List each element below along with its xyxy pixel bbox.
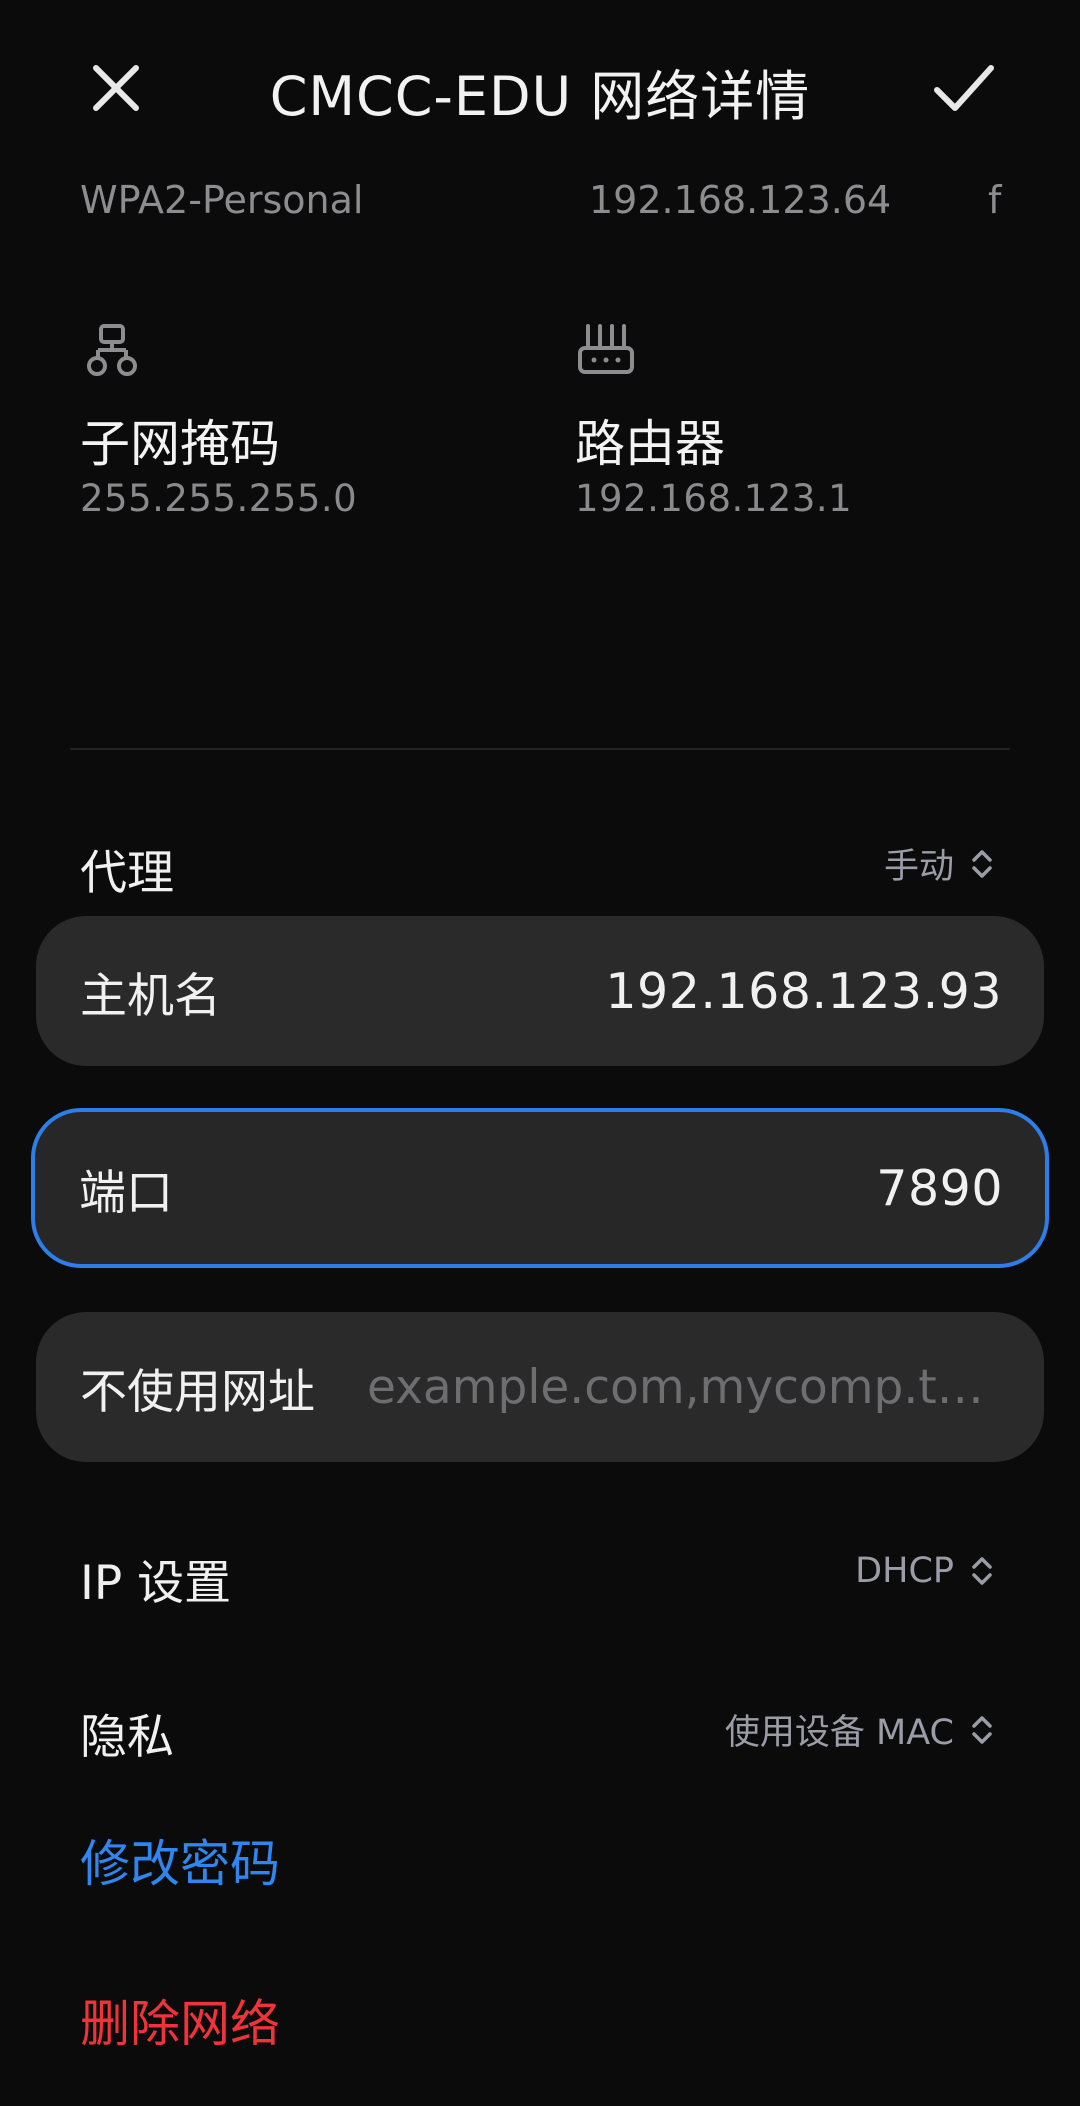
proxy-label: 代理 (80, 846, 174, 901)
hostname-label: 主机名 (80, 968, 221, 1024)
network-topology-icon (87, 324, 137, 376)
security-type: WPA2-Personal (80, 178, 364, 222)
confirm-button[interactable] (914, 38, 1014, 138)
chevron-up-down-icon (972, 1557, 992, 1585)
privacy-label: 隐私 (80, 1710, 174, 1765)
hostname-field[interactable]: 主机名 192.168.123.93 (36, 916, 1044, 1066)
ip-address: 192.168.123.64 (589, 178, 892, 222)
port-label: 端口 (79, 1165, 173, 1221)
chevron-up-down-icon (972, 1715, 992, 1744)
hostname-value: 192.168.123.93 (605, 962, 1002, 1020)
privacy-value: 使用设备 MAC (724, 1713, 954, 1753)
info-partial: f (988, 178, 1002, 222)
change-password-button[interactable]: 修改密码 (80, 1824, 280, 1896)
port-value: 7890 (876, 1159, 1003, 1217)
bypass-label: 不使用网址 (80, 1364, 315, 1420)
bypass-field[interactable]: 不使用网址 (36, 1312, 1044, 1462)
close-icon (93, 65, 139, 111)
chevron-up-down-icon (972, 849, 992, 878)
privacy-selector[interactable]: 使用设备 MAC (725, 1704, 994, 1755)
page-title: CMCC-EDU 网络详情 (269, 65, 811, 128)
subnet-mask-label: 子网掩码 (80, 415, 280, 473)
bypass-input[interactable] (365, 1358, 1002, 1416)
ip-settings-value: DHCP (855, 1551, 954, 1591)
port-field[interactable]: 端口 7890 (31, 1108, 1049, 1268)
ip-settings-label: IP 设置 (80, 1556, 232, 1611)
close-button[interactable] (66, 38, 166, 138)
proxy-mode-selector[interactable]: 手动 (884, 838, 994, 889)
delete-network-button[interactable]: 删除网络 (80, 1984, 280, 2056)
ip-settings-selector[interactable]: DHCP (855, 1551, 994, 1591)
router-label: 路由器 (575, 415, 725, 473)
router-icon (578, 324, 634, 374)
subnet-mask-value: 255.255.255.0 (80, 477, 358, 520)
check-icon (934, 65, 994, 111)
section-divider (70, 748, 1010, 750)
router-value: 192.168.123.1 (575, 477, 853, 520)
proxy-mode-value: 手动 (883, 847, 954, 887)
